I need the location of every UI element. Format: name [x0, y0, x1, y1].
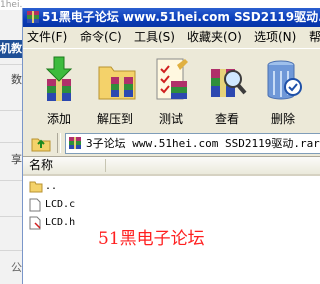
- file-icon: [29, 198, 41, 212]
- title-bar[interactable]: 51黑电子论坛 www.51hei.com SSD2119驱动.rar: [23, 8, 320, 27]
- menu-favorites[interactable]: 收藏夹(O): [187, 27, 242, 47]
- delete-button[interactable]: 删除: [255, 49, 311, 129]
- extract-to-button[interactable]: 解压到: [87, 49, 143, 129]
- file-row-name: ..: [45, 181, 58, 192]
- test-button-label: 测试: [158, 112, 183, 126]
- address-path: 3子论坛 www.51hei.com SSD2119驱动.rar: [86, 137, 320, 150]
- delete-icon: [267, 60, 302, 100]
- menu-options[interactable]: 选项(N): [254, 27, 296, 47]
- background-tab: 机教: [0, 40, 22, 58]
- background-label: 享: [11, 153, 22, 166]
- winrar-window: 51黑电子论坛 www.51hei.com SSD2119驱动.rar 文件(F…: [22, 8, 320, 284]
- column-header-name[interactable]: 名称: [29, 157, 53, 174]
- background-top-text: 1hei.com专注: [0, 0, 22, 10]
- watermark-text: 51黑电子论坛: [98, 229, 205, 249]
- up-folder-icon[interactable]: [31, 134, 51, 152]
- menu-bar: 文件(F) 命令(C) 工具(S) 收藏夹(O) 选项(N) 帮: [23, 27, 320, 47]
- file-row-name: LCD.c: [45, 199, 76, 210]
- add-icon: [45, 56, 73, 101]
- background-page: 机教 数 享 公: [0, 10, 23, 284]
- menu-help[interactable]: 帮: [309, 27, 320, 47]
- address-separator: [57, 133, 61, 153]
- view-button[interactable]: 查看: [199, 49, 255, 129]
- background-label: 数: [11, 73, 22, 86]
- file-list: 名称 .. LCD.c LCD.h 51黑电子论坛: [23, 156, 320, 284]
- add-button-label: 添加: [46, 112, 71, 126]
- column-separator[interactable]: [105, 159, 106, 172]
- menu-commands[interactable]: 命令(C): [80, 27, 122, 47]
- address-field[interactable]: 3子论坛 www.51hei.com SSD2119驱动.rar: [65, 133, 320, 154]
- column-header: 名称: [23, 157, 320, 176]
- toolbar: 添加 解压到 测试 查看 删除: [23, 48, 320, 132]
- view-icon: [211, 69, 247, 97]
- extract-icon: [98, 66, 136, 100]
- file-row-name: LCD.h: [45, 217, 76, 228]
- delete-button-label: 删除: [270, 112, 295, 126]
- background-label: 公: [11, 261, 22, 274]
- archive-icon: [69, 137, 81, 149]
- add-button[interactable]: 添加: [31, 49, 87, 129]
- menu-tools[interactable]: 工具(S): [134, 27, 175, 47]
- extract-to-button-label: 解压到: [96, 112, 133, 126]
- file-icon: [29, 216, 41, 230]
- test-icon: [156, 58, 188, 100]
- folder-icon: [29, 181, 43, 193]
- test-button[interactable]: 测试: [143, 49, 199, 129]
- menu-file[interactable]: 文件(F): [27, 27, 67, 47]
- address-bar: 3子论坛 www.51hei.com SSD2119驱动.rar: [23, 131, 320, 155]
- window-title: 51黑电子论坛 www.51hei.com SSD2119驱动.rar: [42, 10, 320, 24]
- winrar-app-icon: [27, 11, 39, 23]
- view-button-label: 查看: [214, 112, 239, 126]
